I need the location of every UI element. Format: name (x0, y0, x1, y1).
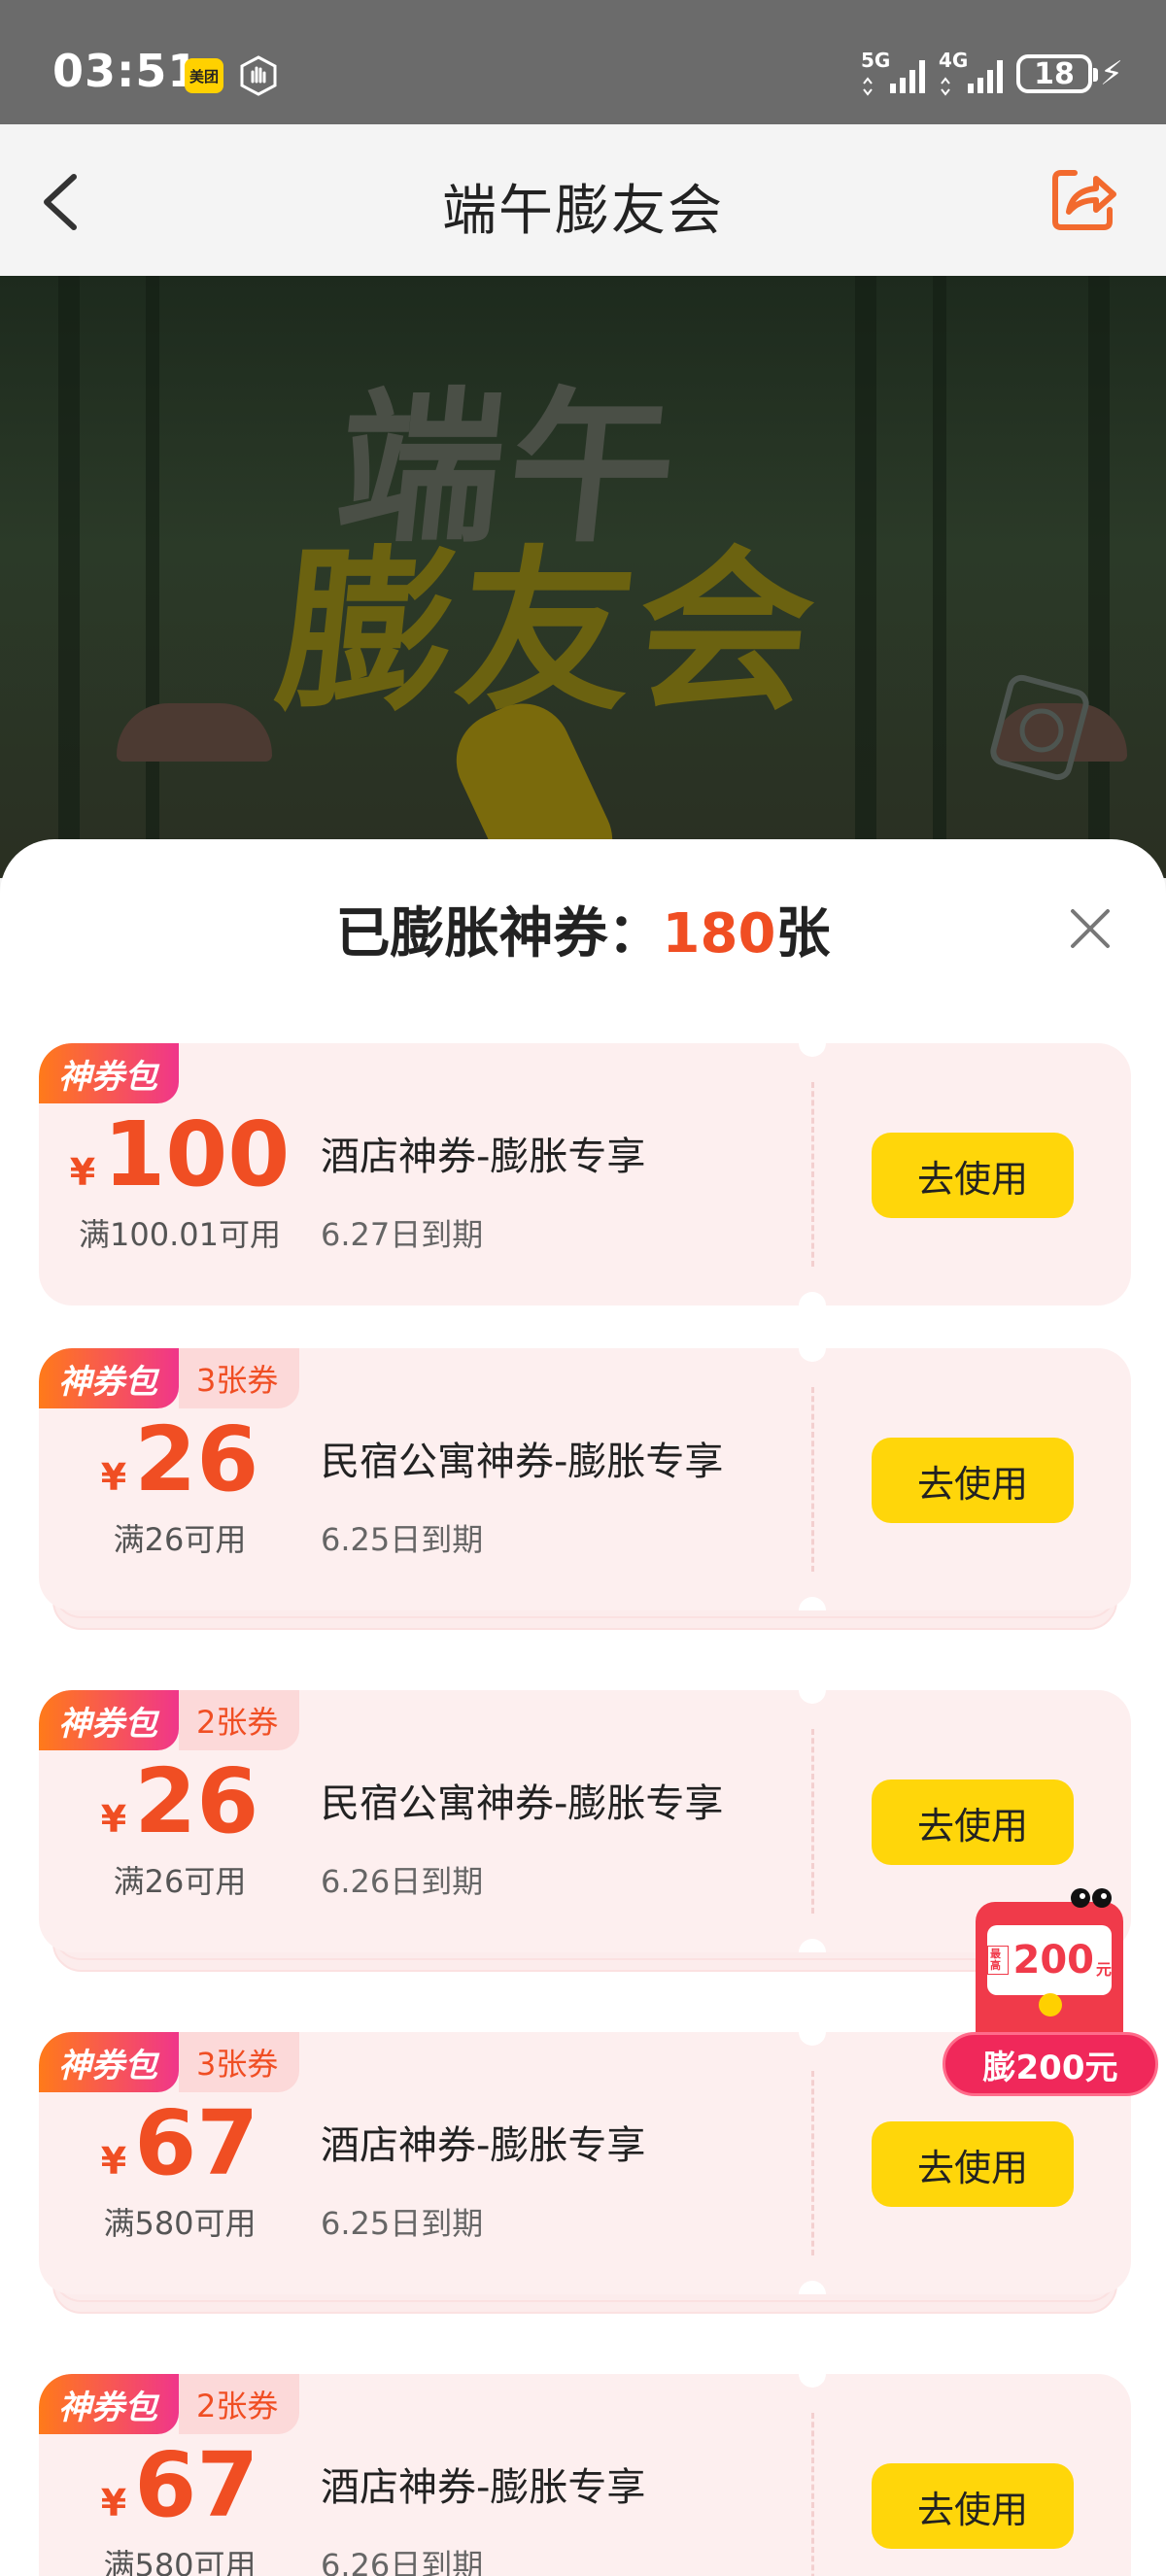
red-packet-value: 最高 200 元 (987, 1925, 1112, 1995)
coupon-amount: 26 (134, 1749, 259, 1853)
sheet-title: 已膨胀神券：180张 (0, 890, 1166, 968)
coupon-quantity: 2张券 (179, 1690, 300, 1750)
coupon-name: 酒店神券-膨胀专享 (321, 2465, 646, 2510)
status-bar: 03:51 美团 5G 4G 18 ⚡ (0, 0, 1166, 124)
meituan-app-icon: 美团 (185, 58, 223, 93)
mascot-face-icon (1071, 1888, 1112, 1908)
hero-banner: 端午 膨友会 (0, 276, 1166, 878)
coupon-name: 酒店神券-膨胀专享 (321, 2123, 646, 2168)
coupon-tag: 神券包 (39, 1043, 179, 1103)
red-packet-mini-label: 最高 (987, 1946, 1010, 1975)
coupon-amount: 67 (134, 2091, 259, 2195)
page-title: 端午膨友会 (442, 180, 724, 243)
coupon-price: ¥67 (39, 2090, 321, 2197)
close-icon[interactable] (1065, 903, 1115, 954)
share-icon[interactable] (1047, 163, 1119, 235)
red-packet-amount: 200 (1012, 1938, 1094, 1983)
coupon-amount: 67 (134, 2433, 259, 2537)
rabbit-logo-icon (990, 674, 1089, 781)
mushroom-decoration (117, 703, 272, 762)
currency-symbol: ¥ (69, 1151, 96, 1194)
coupon-expiry: 6.26日到期 (321, 2547, 484, 2576)
coupon-condition: 满26可用 (113, 1863, 247, 1900)
coupon-name: 民宿公寓神券-膨胀专享 (321, 1440, 724, 1484)
coupon-pack-label: 神券包 (39, 2032, 179, 2092)
signal-4g-icon: 4G (939, 49, 1009, 97)
coupon-pack-label: 神券包 (39, 2374, 179, 2434)
signal-5g-icon: 5G (861, 49, 931, 97)
coupon-amount: 100 (103, 1102, 291, 1206)
coupon-condition: 满26可用 (113, 1521, 247, 1558)
red-packet-float-button[interactable]: 最高 200 元 膨200元 (943, 1884, 1158, 2102)
coupon-price: ¥100 (39, 1102, 321, 1208)
coupon-expiry: 6.25日到期 (321, 2205, 484, 2242)
hand-icon (240, 55, 277, 96)
coupon-price: ¥26 (39, 1748, 321, 1855)
red-packet-unit: 元 (1095, 1960, 1112, 1979)
status-time: 03:51 (52, 45, 200, 97)
coupon-expiry: 6.27日到期 (321, 1216, 484, 1253)
title-bar: 端午膨友会 (0, 124, 1166, 276)
coupon-count: 180 (662, 902, 776, 966)
coupon-name: 酒店神券-膨胀专享 (321, 1135, 646, 1179)
coupon-name: 民宿公寓神券-膨胀专享 (321, 1781, 724, 1826)
coupon-body: 神券包 2张券 ¥67 满580可用 酒店神券-膨胀专享 6.26日到期 去使用 (39, 2374, 1131, 2576)
coupon-quantity: 2张券 (179, 2374, 300, 2434)
coupon-condition: 满100.01可用 (79, 1216, 281, 1253)
coupon-sheet: 已膨胀神券：180张 神券包 ¥100 满100.01可用 酒店神券-膨胀专享 … (0, 839, 1166, 2576)
hero-title-line2: 膨友会 (269, 531, 828, 734)
sheet-title-label: 已膨胀神券： (335, 902, 663, 966)
currency-symbol: ¥ (100, 1456, 127, 1499)
use-coupon-button[interactable]: 去使用 (872, 1133, 1074, 1218)
use-coupon-button[interactable]: 去使用 (872, 1779, 1074, 1865)
coupon-pack-label: 神券包 (39, 1348, 179, 1408)
coupon-quantity: 3张券 (179, 2032, 300, 2092)
red-packet-banner: 膨200元 (943, 2032, 1158, 2096)
coupon-pack-label: 神券包 (39, 1690, 179, 1750)
battery-icon: 18 (1016, 54, 1098, 93)
coupon-tag: 神券包 3张券 (39, 1348, 300, 1408)
coupon-price: ¥67 (39, 2432, 321, 2539)
charging-icon: ⚡ (1100, 54, 1123, 93)
coupon-expiry: 6.25日到期 (321, 1521, 484, 1558)
coupon-pack-label: 神券包 (39, 1043, 179, 1103)
coin-icon (1039, 1993, 1062, 2017)
coupon-body: 神券包 ¥100 满100.01可用 酒店神券-膨胀专享 6.27日到期 去使用 (39, 1043, 1131, 1305)
coupon-quantity: 3张券 (179, 1348, 300, 1408)
sheet-title-unit: 张 (775, 902, 831, 966)
use-coupon-button[interactable]: 去使用 (872, 1438, 1074, 1523)
coupon-expiry: 6.26日到期 (321, 1863, 484, 1900)
use-coupon-button[interactable]: 去使用 (872, 2121, 1074, 2207)
coupon-body: 神券包 3张券 ¥26 满26可用 民宿公寓神券-膨胀专享 6.25日到期 去使… (39, 1348, 1131, 1610)
currency-symbol: ¥ (100, 2482, 127, 2525)
coupon-price: ¥26 (39, 1407, 321, 1513)
currency-symbol: ¥ (100, 2140, 127, 2183)
use-coupon-button[interactable]: 去使用 (872, 2463, 1074, 2549)
coupon-tag: 神券包 3张券 (39, 2032, 300, 2092)
coupon-amount: 26 (134, 1407, 259, 1511)
coupon-tag: 神券包 2张券 (39, 1690, 300, 1750)
currency-symbol: ¥ (100, 1798, 127, 1841)
coupon-condition: 满580可用 (103, 2205, 257, 2242)
coupon-tag: 神券包 2张券 (39, 2374, 300, 2434)
coupon-condition: 满580可用 (103, 2547, 257, 2576)
